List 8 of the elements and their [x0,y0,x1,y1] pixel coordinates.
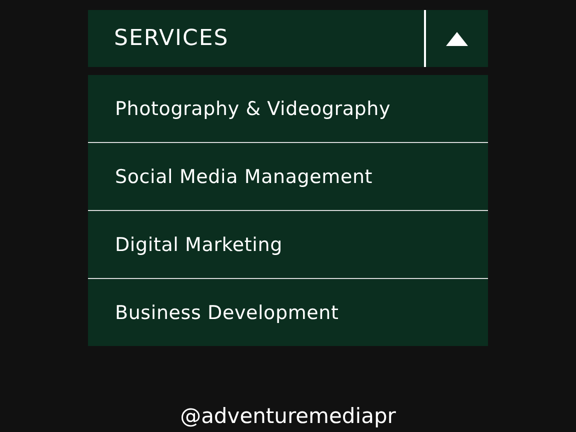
social-handle: @adventuremediapr [180,404,396,428]
menu-item[interactable]: Business Development [88,278,488,346]
caret-icon [446,32,468,46]
menu-item[interactable]: Social Media Management [88,142,488,210]
services-dropdown-toggle[interactable]: SERVICES [88,10,488,67]
menu-item[interactable]: Digital Marketing [88,210,488,278]
dropdown-label: SERVICES [113,26,230,51]
menu-item[interactable]: Photography & Videography [88,75,488,142]
